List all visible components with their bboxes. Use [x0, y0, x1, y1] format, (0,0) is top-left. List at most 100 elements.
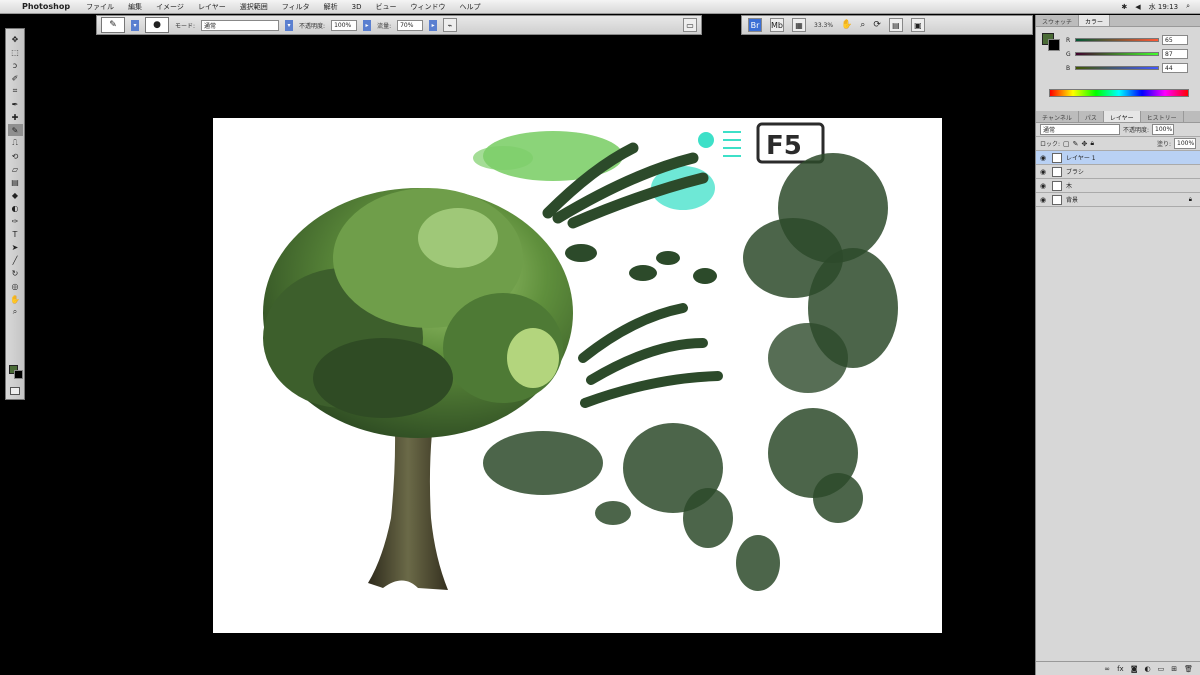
- color-spectrum-bar[interactable]: [1049, 89, 1189, 97]
- eyedropper-tool-icon[interactable]: ✒: [8, 98, 23, 110]
- tab-swatches[interactable]: スウォッチ: [1036, 15, 1080, 26]
- document-canvas[interactable]: F5: [213, 118, 942, 633]
- opacity-field[interactable]: 100%: [331, 19, 358, 31]
- history-brush-tool-icon[interactable]: ⟲: [8, 150, 23, 162]
- menu-layer[interactable]: レイヤー: [198, 2, 226, 12]
- zoom-tool-icon[interactable]: ⌕: [8, 306, 23, 318]
- slider-b[interactable]: [1075, 66, 1159, 70]
- visibility-eye-icon[interactable]: ◉: [1040, 154, 1048, 162]
- zoom-tool-icon[interactable]: ⌕: [860, 20, 865, 30]
- lock-position-icon[interactable]: ✥: [1082, 140, 1088, 148]
- zoom-level[interactable]: 33.3%: [814, 22, 833, 29]
- flow-field[interactable]: 70%: [397, 19, 424, 31]
- value-b[interactable]: 44: [1162, 63, 1188, 73]
- layer-row[interactable]: ◉ ブラシ: [1036, 165, 1200, 179]
- menu-edit[interactable]: 編集: [128, 2, 142, 12]
- arrange-documents-button[interactable]: ▤: [888, 18, 903, 32]
- path-select-tool-icon[interactable]: ➤: [8, 241, 23, 253]
- layer-style-icon[interactable]: fx: [1117, 665, 1124, 673]
- layer-opacity-label: 不透明度:: [1123, 127, 1150, 134]
- visibility-eye-icon[interactable]: ◉: [1040, 168, 1048, 176]
- value-g[interactable]: 87: [1162, 49, 1188, 59]
- visibility-eye-icon[interactable]: ◉: [1040, 196, 1048, 204]
- tools-panel: ✥ ⬚ ↄ ✐ ⌗ ✒ ✚ ✎ ⎍ ⟲ ▱ ▤ ◆ ◐ ✑ T ➤ ╱ ↻ ◎ …: [5, 28, 25, 400]
- value-r[interactable]: 65: [1162, 35, 1188, 45]
- app-name[interactable]: Photoshop: [22, 2, 70, 11]
- eraser-tool-icon[interactable]: ▱: [8, 163, 23, 175]
- shape-tool-icon[interactable]: ╱: [8, 254, 23, 266]
- view-extras-button[interactable]: ▦: [792, 18, 806, 32]
- brush-tool-icon[interactable]: ✎: [7, 124, 23, 136]
- mode-select[interactable]: 通常: [201, 19, 280, 31]
- pen-tool-icon[interactable]: ✑: [8, 215, 23, 227]
- 3d-rotate-tool-icon[interactable]: ↻: [8, 267, 23, 279]
- opacity-arrow[interactable]: ▸: [363, 19, 372, 31]
- menu-help[interactable]: ヘルプ: [459, 2, 480, 12]
- menu-filter[interactable]: フィルタ: [282, 2, 310, 12]
- slider-g[interactable]: [1075, 52, 1159, 56]
- adjustment-layer-icon[interactable]: ◐: [1145, 665, 1151, 673]
- volume-icon[interactable]: ◀: [1135, 3, 1140, 11]
- tool-preset-picker[interactable]: ✎: [101, 17, 125, 33]
- new-layer-icon[interactable]: ⊞: [1171, 665, 1177, 673]
- menu-window[interactable]: ウィンドウ: [410, 2, 445, 12]
- menu-file[interactable]: ファイル: [86, 2, 114, 12]
- tab-history[interactable]: ヒストリー: [1141, 111, 1184, 122]
- menu-3d[interactable]: 3D: [352, 3, 362, 11]
- delete-layer-icon[interactable]: 🗑︎: [1184, 665, 1193, 673]
- hand-tool-icon[interactable]: ✋: [8, 293, 23, 305]
- layer-row[interactable]: ◉ 背景 🔒︎: [1036, 193, 1200, 207]
- bluetooth-icon[interactable]: ✱: [1121, 3, 1127, 11]
- 3d-orbit-tool-icon[interactable]: ◎: [8, 280, 23, 292]
- link-layers-icon[interactable]: ∞: [1104, 665, 1110, 673]
- gradient-tool-icon[interactable]: ▤: [8, 176, 23, 188]
- mode-arrow[interactable]: ▾: [285, 19, 294, 31]
- launch-bridge-button[interactable]: Br: [748, 18, 762, 32]
- menu-select[interactable]: 選択範囲: [240, 2, 268, 12]
- new-group-icon[interactable]: ▭: [1158, 665, 1165, 673]
- lasso-tool-icon[interactable]: ↄ: [8, 59, 23, 71]
- layer-mask-icon[interactable]: ◙: [1131, 665, 1138, 673]
- brush-picker[interactable]: ●: [145, 17, 169, 33]
- dodge-tool-icon[interactable]: ◐: [8, 202, 23, 214]
- layer-row[interactable]: ◉ 木: [1036, 179, 1200, 193]
- move-tool-icon[interactable]: ✥: [8, 33, 23, 45]
- type-tool-icon[interactable]: T: [8, 228, 23, 240]
- tab-layers[interactable]: レイヤー: [1103, 111, 1141, 122]
- marquee-tool-icon[interactable]: ⬚: [8, 46, 23, 58]
- clone-stamp-tool-icon[interactable]: ⎍: [8, 137, 23, 149]
- lock-transparency-icon[interactable]: ▢: [1063, 140, 1070, 148]
- lock-pixels-icon[interactable]: ✎: [1073, 140, 1079, 148]
- slider-r[interactable]: [1075, 38, 1159, 42]
- background-color-swatch[interactable]: [14, 370, 23, 379]
- menu-analysis[interactable]: 解析: [324, 2, 338, 12]
- rotate-view-icon[interactable]: ⟳: [873, 20, 881, 30]
- tablet-pressure-button[interactable]: ▭: [683, 18, 697, 32]
- menu-view[interactable]: ビュー: [375, 2, 396, 12]
- tab-paths[interactable]: パス: [1079, 111, 1104, 122]
- fill-field[interactable]: 100%: [1174, 138, 1196, 149]
- tablet-icon: ▭: [686, 20, 694, 30]
- blur-tool-icon[interactable]: ◆: [8, 189, 23, 201]
- visibility-eye-icon[interactable]: ◉: [1040, 182, 1048, 190]
- lock-all-icon[interactable]: 🔒︎: [1090, 139, 1094, 148]
- tab-channels[interactable]: チャンネル: [1036, 111, 1079, 122]
- layer-opacity-field[interactable]: 100%: [1152, 124, 1175, 135]
- flow-arrow[interactable]: ▸: [429, 19, 438, 31]
- quick-select-tool-icon[interactable]: ✐: [8, 72, 23, 84]
- airbrush-toggle[interactable]: ⌁: [443, 18, 458, 32]
- screen-mode-button[interactable]: ▣: [910, 18, 925, 32]
- tab-color[interactable]: カラー: [1079, 15, 1111, 26]
- spotlight-icon[interactable]: ⌕: [1186, 2, 1190, 11]
- panel-background-swatch[interactable]: [1048, 39, 1060, 51]
- healing-tool-icon[interactable]: ✚: [8, 111, 23, 123]
- menu-image[interactable]: イメージ: [156, 2, 184, 12]
- clock[interactable]: 水 19:13: [1149, 2, 1178, 12]
- tool-preset-arrow[interactable]: ▾: [131, 19, 139, 31]
- quick-mask-button[interactable]: [10, 387, 20, 395]
- layer-row[interactable]: ◉ レイヤー 1: [1036, 151, 1200, 165]
- crop-tool-icon[interactable]: ⌗: [8, 85, 23, 97]
- blend-mode-select[interactable]: 通常: [1040, 124, 1120, 135]
- hand-tool-icon[interactable]: ✋: [841, 20, 852, 30]
- launch-minibridge-button[interactable]: Mb: [770, 18, 784, 32]
